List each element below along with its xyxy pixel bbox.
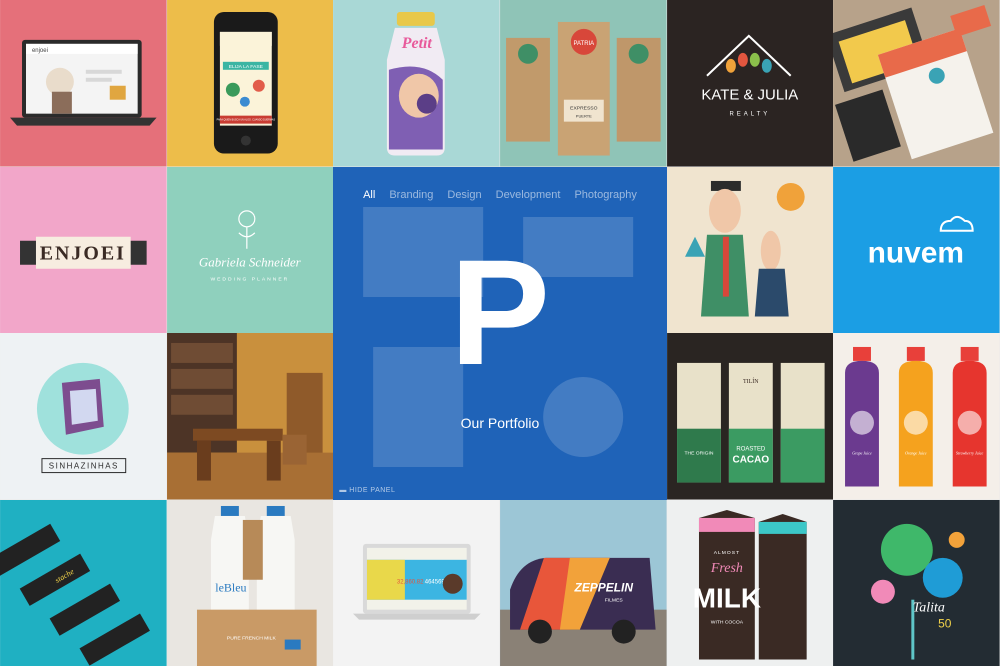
milk-sub: WITH COCOA (710, 619, 743, 625)
category-filter-bar: All Branding Design Development Photogra… (333, 189, 666, 201)
filter-design[interactable]: Design (447, 189, 481, 201)
patria-variant: PUERTE (576, 114, 592, 119)
tile-juice-bottles[interactable]: Grape Juice Orange Juice Strawberry Juic… (833, 333, 1000, 500)
phone-app-image: ELIJA LA FASE PARA QUIEN BUSCA UN ALGO. … (166, 0, 334, 167)
app-footer: PARA QUIEN BUSCA UN ALGO. CUANDO DUERMAS (216, 119, 275, 122)
tile-lebleu[interactable]: leBleu PURE FRENCH MILK (166, 499, 334, 666)
milk-top: ALMOST (713, 549, 739, 555)
nuvem-logo-image: nuvem (833, 166, 1000, 333)
portfolio-subtitle: Our Portfolio (460, 414, 540, 431)
filter-development[interactable]: Development (496, 189, 561, 201)
fresh-milk-image: ALMOST Fresh MILK WITH COCOA (666, 499, 834, 666)
milk-product: MILK (692, 582, 760, 613)
illustration-men-image (666, 166, 834, 333)
lebleu-brand: leBleu (215, 580, 246, 594)
tile-tilin-cacao[interactable]: TILÍN ROASTED CACAO THE ORIGIN (666, 333, 834, 500)
tilin-product: CACAO (732, 455, 769, 466)
gabriela-logo-image: Gabriela Schneider WEDDING PLANNER (166, 166, 334, 333)
kate-julia-name: KATE & JULIA (701, 87, 798, 104)
portfolio-grid: enjoei ELIJA LA FASE PARA QUIEN BUSCA UN… (0, 0, 1000, 666)
filter-all[interactable]: All (363, 189, 375, 201)
portfolio-logo-letter: P (449, 227, 550, 396)
tile-stache[interactable]: stache (0, 499, 167, 666)
tilin-cacao-image: TILÍN ROASTED CACAO THE ORIGIN (666, 333, 834, 500)
sinhazinhas-brand: SINHAZINHAS (49, 462, 119, 471)
laptop-site-image: 32,860.82 4645692 (333, 499, 500, 666)
sinhazinhas-logo-image: SINHAZINHAS (0, 333, 167, 500)
tile-kate-julia[interactable]: KATE & JULIA REALTY (666, 0, 834, 167)
juice-label-3: Strawberry Juice (956, 451, 983, 456)
tile-laptop-site[interactable]: 32,860.82 4645692 (333, 499, 500, 666)
juice-label-2: Orange Juice (905, 451, 927, 456)
zeppelin-sub: FILMES (605, 597, 624, 603)
tile-enjoei-website[interactable]: enjoei (0, 0, 167, 167)
tile-zeppelin[interactable]: ZEPPELIN FILMES (500, 499, 667, 666)
zeppelin-van-image: ZEPPELIN FILMES (500, 499, 667, 666)
office-room-image (166, 333, 334, 500)
patria-product: EXPRESSO (570, 106, 597, 112)
tile-mobile-app[interactable]: ELIJA LA FASE PARA QUIEN BUSCA UN ALGO. … (166, 0, 334, 167)
gabriela-name: Gabriela Schneider (199, 254, 302, 269)
tilin-variant: ROASTED (736, 447, 766, 453)
stache-cards-image: stache (0, 499, 167, 666)
juice-bottles-image: Grape Juice Orange Juice Strawberry Juic… (833, 333, 1000, 500)
milk-script: Fresh (710, 560, 743, 575)
laptop-stat-1: 32,860.82 (397, 579, 424, 585)
filter-branding[interactable]: Branding (389, 189, 433, 201)
patria-brand: PATRIA (573, 41, 594, 47)
tile-petit-bottle[interactable]: Petit (333, 0, 500, 167)
tile-stationery[interactable] (833, 0, 1000, 167)
tile-enjoei-ribbon[interactable]: ENJOEI (0, 166, 167, 333)
talita-name: Talita (913, 600, 945, 615)
enjoei-ribbon-brand: ENJOEI (40, 242, 126, 264)
tilin-flavor: THE ORIGIN (684, 451, 713, 457)
tile-nuvem[interactable]: nuvem (833, 166, 1000, 333)
tile-sinhazinhas[interactable]: SINHAZINHAS (0, 333, 167, 500)
laptop-website-image: enjoei (0, 0, 167, 167)
nuvem-brand: nuvem (868, 236, 964, 269)
tile-patria-coffee[interactable]: PATRIA EXPRESSO PUERTE (500, 0, 667, 167)
filter-photography[interactable]: Photography (574, 189, 636, 201)
tile-talita[interactable]: Talita 50 (833, 499, 1000, 666)
tilin-brand: TILÍN (743, 377, 759, 385)
hide-panel-button[interactable]: ▬ HIDE PANEL (339, 487, 395, 494)
lebleu-milk-image: leBleu PURE FRENCH MILK (166, 499, 334, 666)
tile-office-room[interactable] (166, 333, 334, 500)
patria-coffee-image: PATRIA EXPRESSO PUERTE (500, 0, 667, 167)
enjoei-ribbon-image: ENJOEI (0, 166, 167, 333)
kate-julia-tagline: REALTY (729, 112, 770, 118)
hide-panel-label: HIDE PANEL (349, 486, 396, 494)
petit-brand: Petit (402, 35, 433, 52)
stationery-image (833, 0, 1000, 167)
zeppelin-brand: ZEPPELIN (574, 580, 634, 594)
portfolio-panel: All Branding Design Development Photogra… (333, 166, 667, 500)
talita-number: 50 (938, 616, 952, 630)
app-headline: ELIJA LA FASE (228, 64, 263, 70)
tile-gabriela[interactable]: Gabriela Schneider WEDDING PLANNER (166, 166, 334, 333)
talita-poster-image: Talita 50 (833, 499, 1000, 666)
tile-fresh-milk[interactable]: ALMOST Fresh MILK WITH COCOA (666, 499, 834, 666)
petit-bottle-image: Petit (333, 0, 500, 167)
tile-illustration-men[interactable] (666, 166, 834, 333)
hide-panel-icon: ▬ (339, 486, 347, 494)
gabriela-tagline: WEDDING PLANNER (210, 276, 289, 282)
enjoei-site-brand: enjoei (32, 48, 48, 54)
juice-label-1: Grape Juice (853, 451, 873, 456)
lebleu-crate-text: PURE FRENCH MILK (227, 635, 277, 641)
kate-julia-logo-image: KATE & JULIA REALTY (666, 0, 834, 167)
